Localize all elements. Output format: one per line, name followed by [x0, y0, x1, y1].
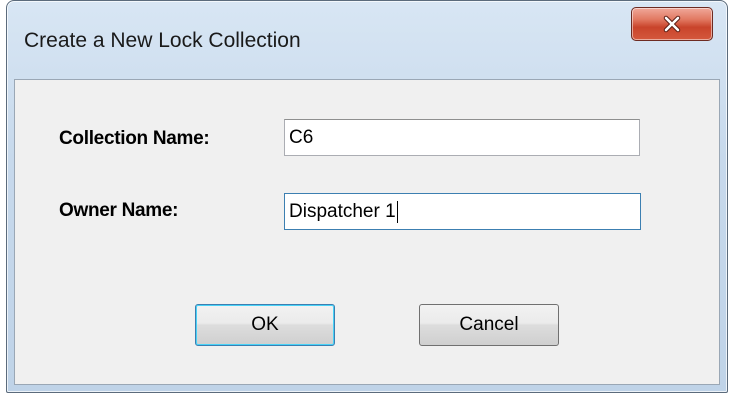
dialog-window: Create a New Lock Collection Collection … — [6, 0, 728, 393]
owner-name-value: Dispatcher 1 — [289, 201, 396, 222]
close-x-icon — [662, 15, 682, 33]
owner-name-label: Owner Name: — [59, 200, 179, 221]
window-title: Create a New Lock Collection — [24, 29, 301, 52]
dialog-client-area: Collection Name: C6 Owner Name: Dispatch… — [14, 79, 720, 385]
title-bar[interactable]: Create a New Lock Collection — [7, 1, 727, 79]
close-button[interactable] — [631, 7, 713, 41]
text-caret — [396, 200, 398, 223]
ok-button[interactable]: OK — [195, 304, 335, 346]
collection-name-value: C6 — [289, 127, 314, 148]
collection-name-label: Collection Name: — [59, 128, 210, 149]
collection-name-input[interactable]: C6 — [284, 119, 640, 156]
cancel-button[interactable]: Cancel — [419, 304, 559, 346]
owner-name-input[interactable]: Dispatcher 1 — [284, 193, 641, 230]
